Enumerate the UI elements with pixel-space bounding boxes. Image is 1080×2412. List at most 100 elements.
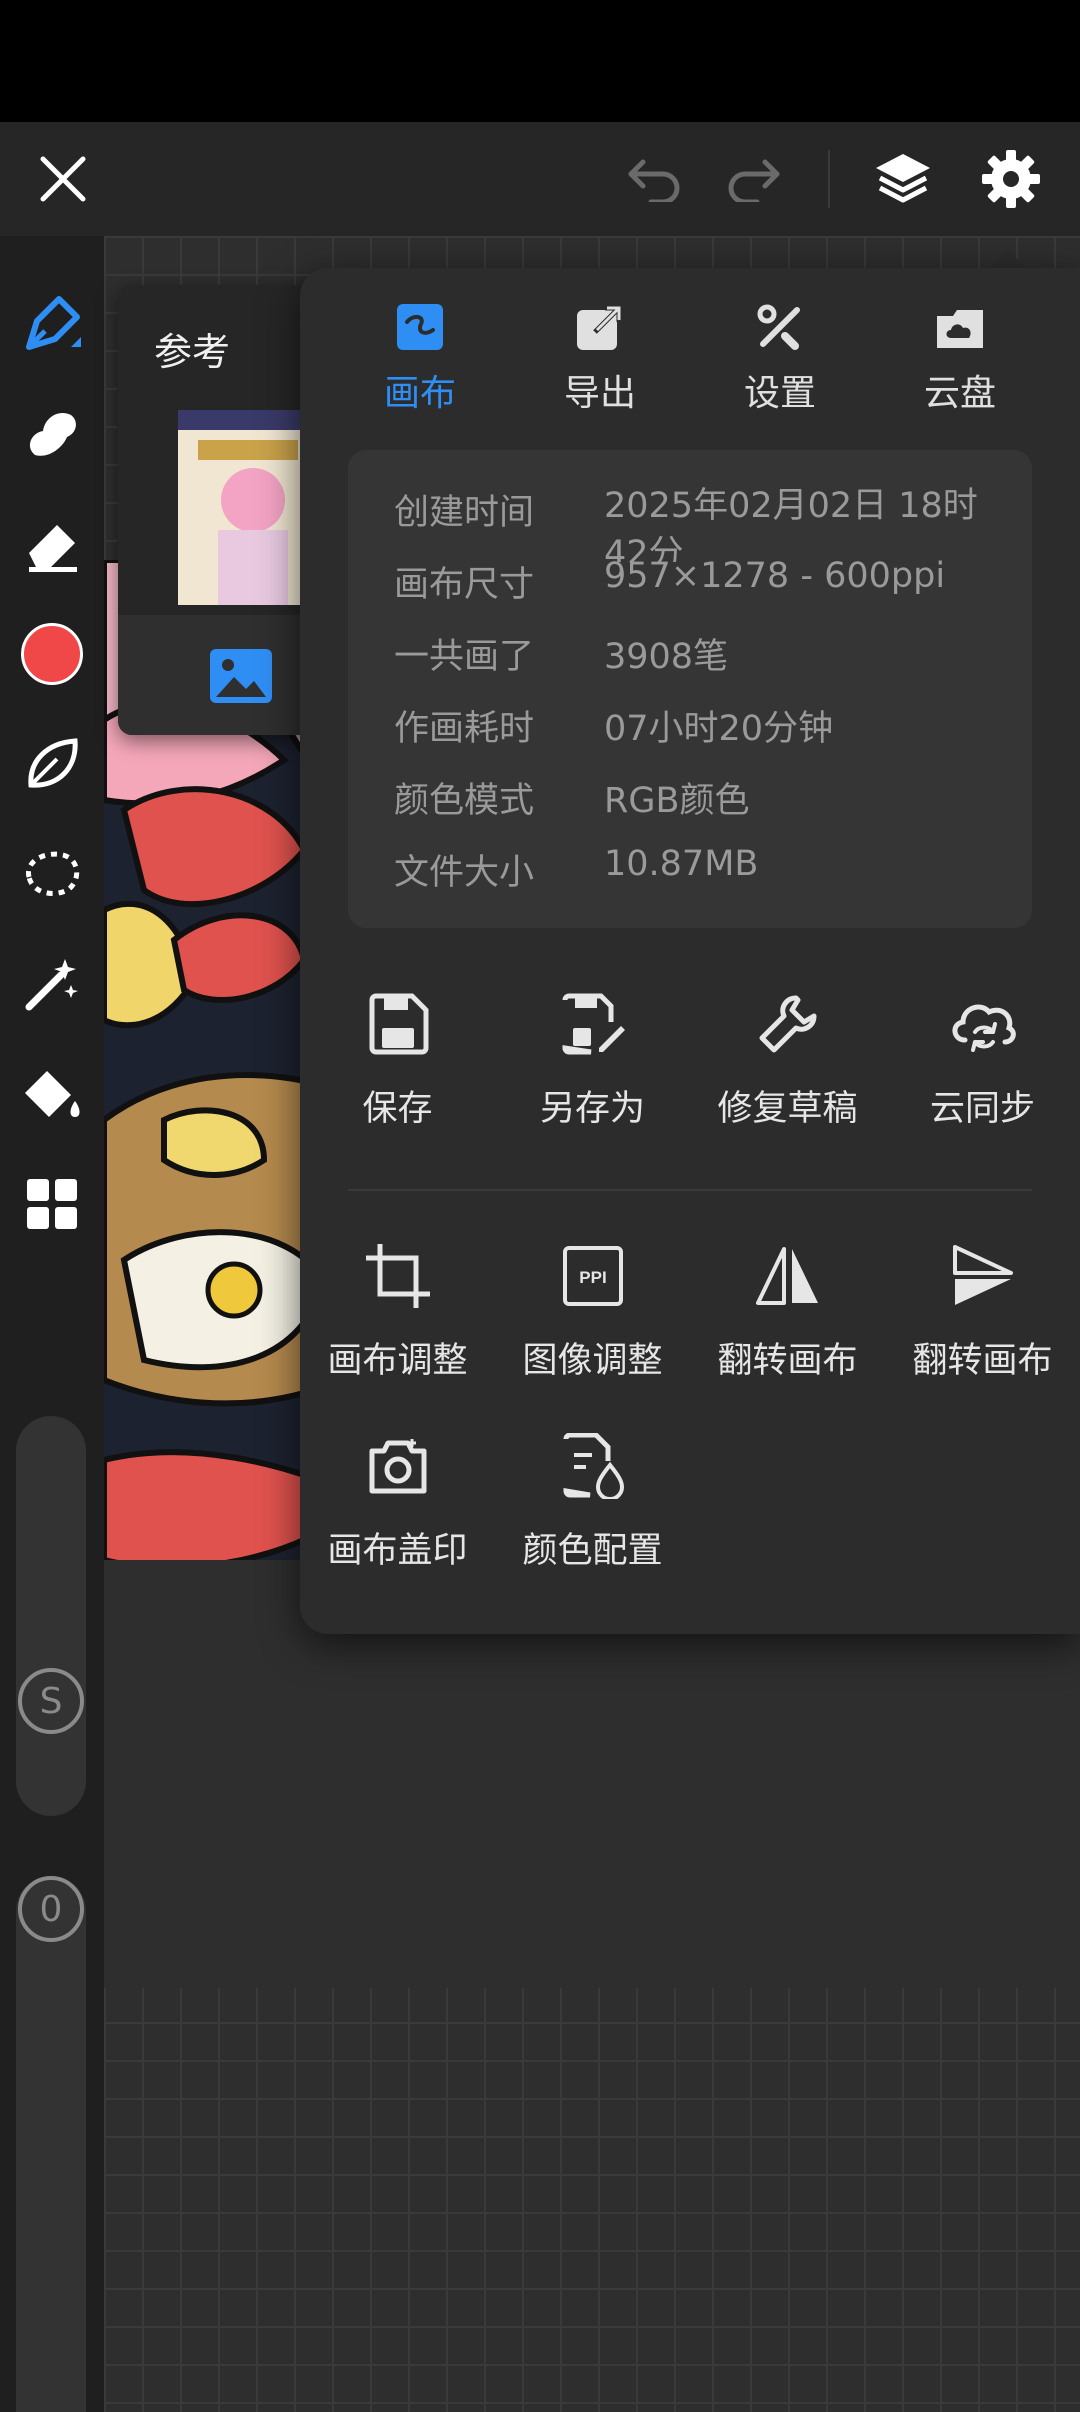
tab-cloud-drive[interactable]: 云盘	[870, 296, 1050, 426]
undo-button[interactable]	[620, 144, 690, 214]
redo-button[interactable]	[718, 144, 788, 214]
flip-vertical-button[interactable]: 翻转画布	[885, 1238, 1080, 1398]
info-row-canvas-size: 画布尺寸 957×1278 - 600ppi	[348, 542, 1032, 614]
color-profile-button[interactable]: 颜色配置	[495, 1428, 690, 1588]
tab-settings-label: 设置	[743, 373, 816, 414]
gear-icon	[982, 150, 1040, 208]
tool-smudge[interactable]	[0, 388, 104, 480]
settings-button[interactable]	[974, 142, 1048, 216]
tool-grid-menu[interactable]	[0, 1158, 104, 1250]
info-row-color-mode: 颜色模式 RGB颜色	[348, 758, 1032, 830]
cloud-sync-icon	[952, 1004, 1016, 1052]
reference-image-row[interactable]	[118, 615, 318, 735]
tool-eraser[interactable]	[0, 498, 104, 590]
camera-stamp-icon	[369, 1439, 426, 1494]
repair-draft-button[interactable]: 修复草稿	[690, 986, 885, 1146]
actions-divider	[348, 1189, 1032, 1191]
flip-vertical-label: 翻转画布	[912, 1341, 1053, 1381]
color-picker[interactable]	[0, 608, 104, 700]
top-toolbar	[0, 122, 1080, 236]
ppi-badge-text: PPI	[579, 1268, 606, 1287]
repair-draft-label: 修复草稿	[717, 1089, 858, 1129]
ppi-icon: PPI	[562, 1246, 623, 1306]
info-key: 文件大小	[394, 853, 535, 893]
info-row-duration: 作画耗时 07小时20分钟	[348, 686, 1032, 758]
info-value: 957×1278 - 600ppi	[604, 556, 946, 596]
info-key: 一共画了	[394, 637, 535, 677]
tab-canvas-label: 画布	[383, 373, 456, 414]
info-row-created: 创建时间 2025年02月02日 18时42分	[348, 470, 1032, 562]
flip-vertical-icon	[952, 1245, 1013, 1305]
brush-opacity-badge[interactable]: 0	[18, 1876, 84, 1942]
tool-liquify[interactable]	[0, 718, 104, 810]
tab-settings[interactable]: 设置	[690, 296, 870, 426]
save-as-icon	[561, 993, 625, 1055]
info-row-file-size: 文件大小 10.87MB	[348, 830, 1032, 902]
brush-size-badge[interactable]: S	[18, 1668, 84, 1734]
save-as-button[interactable]: 另存为	[495, 986, 690, 1146]
color-profile-icon	[562, 1433, 624, 1499]
leaf-icon	[28, 738, 78, 788]
flip-horizontal-label: 翻转画布	[717, 1341, 858, 1381]
info-row-strokes: 一共画了 3908笔	[348, 614, 1032, 686]
save-as-label: 另存为	[539, 1089, 645, 1129]
layers-button[interactable]	[866, 142, 940, 216]
info-key: 作画耗时	[394, 709, 535, 749]
eraser-icon	[29, 525, 77, 572]
canvas-adjust-label: 画布调整	[327, 1341, 468, 1381]
redo-icon	[728, 159, 780, 202]
cloud-sync-label: 云同步	[929, 1089, 1035, 1129]
popover-tabs: 画布 导出 设置 云盘	[300, 296, 1080, 426]
info-value: 10.87MB	[604, 844, 759, 884]
close-icon	[40, 156, 86, 202]
layers-icon	[876, 154, 930, 203]
grid-icon	[27, 1179, 77, 1229]
reference-thumbnail[interactable]	[178, 410, 318, 605]
save-button[interactable]: 保存	[300, 986, 495, 1146]
tool-sidebar: S 0	[0, 236, 104, 2412]
canvas-stamp-button[interactable]: 画布盖印	[300, 1428, 495, 1588]
smudge-icon	[29, 412, 76, 456]
image-adjust-button[interactable]: PPI 图像调整	[495, 1238, 690, 1398]
wrench-icon	[759, 995, 816, 1053]
info-value: 3908笔	[604, 637, 729, 677]
info-key: 画布尺寸	[394, 565, 535, 605]
canvas-adjust-button[interactable]: 画布调整	[300, 1238, 495, 1398]
tab-export[interactable]: 导出	[510, 296, 690, 426]
status-bar	[0, 0, 1080, 122]
info-value: 07小时20分钟	[604, 709, 834, 749]
flip-horizontal-button[interactable]: 翻转画布	[690, 1238, 885, 1398]
reference-panel[interactable]: 参考	[118, 285, 318, 735]
paint-bucket-icon	[25, 1071, 80, 1117]
tool-fill[interactable]	[0, 1048, 104, 1140]
tab-cloud-drive-label: 云盘	[923, 373, 996, 414]
tool-brush[interactable]	[0, 278, 104, 370]
brush-opacity-slider[interactable]	[16, 1876, 86, 2412]
save-icon	[369, 993, 428, 1055]
info-key: 颜色模式	[394, 781, 535, 821]
flip-horizontal-icon	[755, 1247, 818, 1305]
reference-title: 参考	[154, 330, 231, 374]
tab-canvas[interactable]: 画布	[330, 296, 510, 426]
toolbar-separator	[828, 150, 830, 208]
info-key: 创建时间	[394, 493, 535, 533]
close-button[interactable]	[28, 144, 98, 214]
color-profile-label: 颜色配置	[522, 1531, 663, 1571]
canvas-stamp-label: 画布盖印	[327, 1531, 468, 1571]
tool-magic-wand[interactable]	[0, 938, 104, 1030]
crop-icon	[365, 1244, 430, 1308]
canvas-info-card: 创建时间 2025年02月02日 18时42分 画布尺寸 957×1278 - …	[348, 450, 1032, 928]
image-adjust-label: 图像调整	[522, 1341, 663, 1381]
brush-size-slider[interactable]	[16, 1416, 86, 1816]
tool-lasso[interactable]	[0, 828, 104, 920]
export-icon	[577, 305, 622, 350]
pen-icon	[26, 296, 81, 350]
info-value: RGB颜色	[604, 781, 750, 821]
undo-icon	[628, 159, 680, 202]
cloud-drive-icon	[937, 310, 983, 348]
save-label: 保存	[362, 1089, 433, 1129]
image-icon	[210, 649, 272, 703]
magic-wand-icon	[25, 959, 78, 1011]
cloud-sync-button[interactable]: 云同步	[885, 986, 1080, 1146]
settings-popover: 画布 导出 设置 云盘 创建时间 2025年02月02日 18时42分 画布尺寸…	[300, 268, 1080, 1634]
